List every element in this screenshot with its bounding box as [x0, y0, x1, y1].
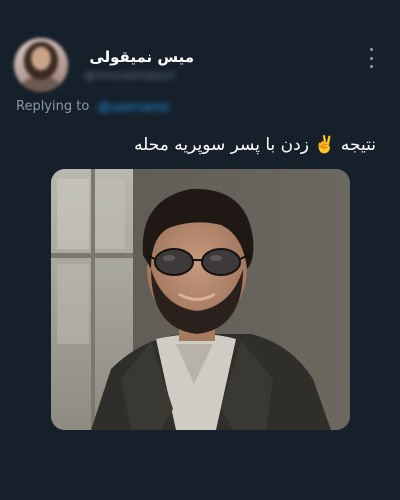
tweet-media-image[interactable]	[51, 169, 350, 430]
more-dot	[369, 48, 373, 51]
more-dot	[369, 65, 373, 68]
more-dot	[369, 56, 373, 60]
media-photo-illustration	[51, 169, 350, 430]
author-display-name[interactable]: میس نمیقولی	[84, 48, 194, 66]
replying-handle-link[interactable]: @username	[97, 100, 169, 114]
avatar[interactable]	[14, 38, 68, 92]
more-vertical-icon[interactable]	[366, 48, 376, 68]
replying-to: Replying to @username	[16, 99, 169, 115]
tweet-text: نتیجه ✌️ زدن با پسر سوپریه محله	[134, 135, 376, 155]
author-handle[interactable]: @misnamiqooli	[84, 69, 175, 82]
replying-label: Replying to	[16, 99, 90, 114]
